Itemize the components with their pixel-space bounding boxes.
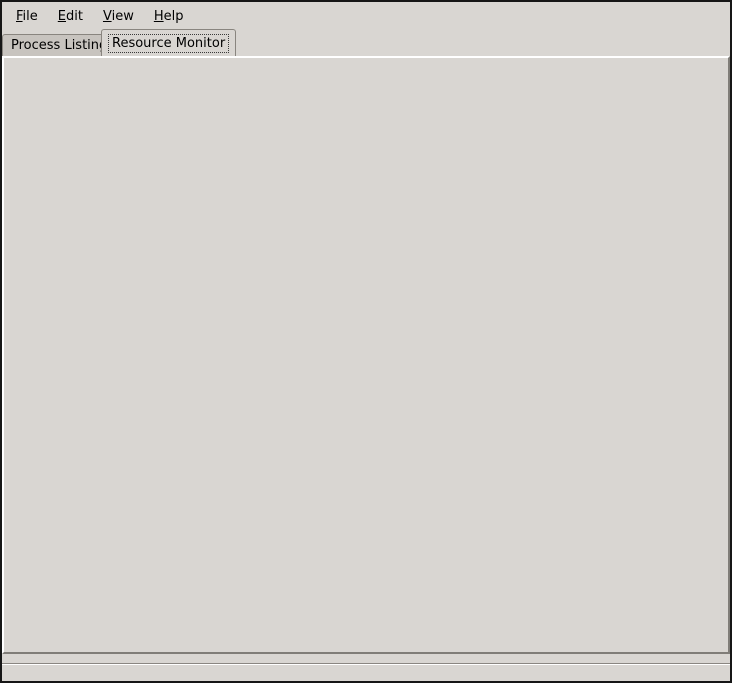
tab-label: Process Listing bbox=[11, 38, 107, 53]
tab-label: Resource Monitor bbox=[108, 34, 229, 53]
tab-resource-monitor[interactable]: Resource Monitor bbox=[101, 29, 236, 56]
menu-edit[interactable]: Edit bbox=[48, 5, 93, 28]
menu-view[interactable]: View bbox=[93, 5, 144, 28]
tab-process-listing[interactable]: Process Listing bbox=[2, 34, 116, 56]
resource-monitor-panel bbox=[2, 56, 730, 654]
statusbar bbox=[2, 663, 730, 679]
menu-file[interactable]: File bbox=[6, 5, 48, 28]
menu-help[interactable]: Help bbox=[144, 5, 194, 28]
system-monitor-window: File Edit View Help Process Listing Reso… bbox=[0, 0, 732, 683]
tab-bar: Process Listing Resource Monitor bbox=[2, 30, 730, 56]
menubar: File Edit View Help bbox=[2, 2, 730, 30]
